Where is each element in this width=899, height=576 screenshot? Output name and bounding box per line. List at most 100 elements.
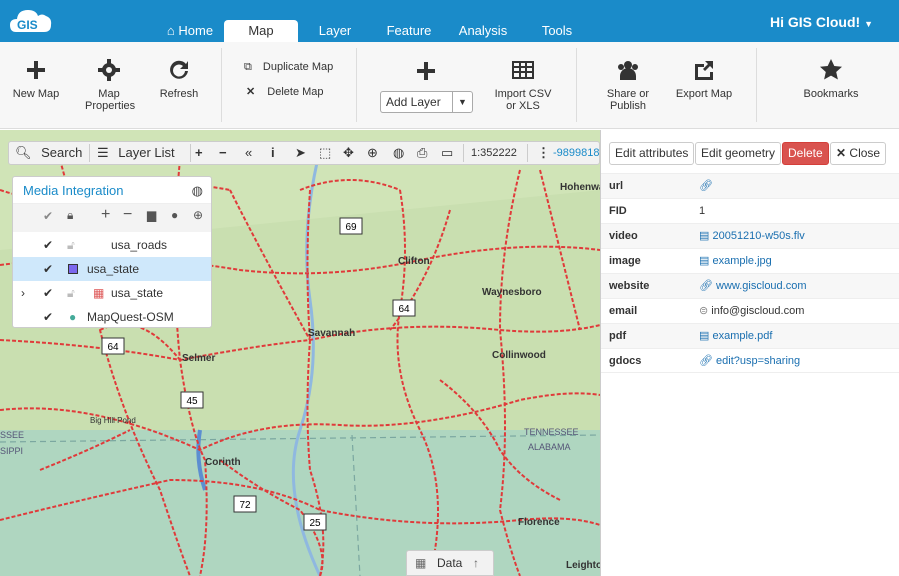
- refresh-button[interactable]: Refresh: [154, 58, 204, 100]
- edit-attributes-button[interactable]: Edit attributes: [609, 142, 695, 165]
- attribute-row: website 🔗︎ www.giscloud.com: [601, 273, 899, 298]
- scale-readout: 1:352222: [471, 147, 517, 159]
- check-all-icon[interactable]: ✔: [43, 209, 53, 223]
- tab-tools[interactable]: Tools: [530, 20, 584, 42]
- search-icon: 🔍︎: [15, 145, 32, 160]
- pdf-link[interactable]: ▤ example.pdf: [699, 324, 772, 349]
- new-map-button[interactable]: New Map: [10, 58, 62, 100]
- table-icon: [512, 61, 534, 79]
- export-map-label: Export Map: [675, 88, 733, 100]
- lock-icon[interactable]: 🔒︎: [67, 208, 73, 223]
- duplicate-map-button[interactable]: ⧉ Duplicate Map: [244, 61, 333, 74]
- new-map-label: New Map: [12, 88, 60, 100]
- link-icon: 🔗︎: [699, 280, 713, 292]
- svg-text:72: 72: [239, 500, 251, 511]
- attribute-key: url: [609, 180, 624, 192]
- add-layer-dropdown[interactable]: Add Layer ▼: [380, 91, 473, 113]
- delete-map-button[interactable]: ✕ Delete Map: [246, 85, 324, 98]
- bookmarks-button[interactable]: Bookmarks: [798, 58, 864, 100]
- data-tab[interactable]: ▦ Data ↑: [406, 550, 494, 576]
- layer-list-label: Layer List: [118, 145, 175, 160]
- export-map-button[interactable]: Export Map: [672, 58, 736, 100]
- share-publish-button[interactable]: Share or Publish: [598, 58, 658, 112]
- website-link[interactable]: 🔗︎ www.giscloud.com: [699, 274, 807, 299]
- grid-icon: ▦: [415, 556, 427, 570]
- map-properties-label: Map Properties: [85, 88, 136, 112]
- tab-layer[interactable]: Layer: [308, 20, 362, 42]
- attribute-key: website: [609, 280, 650, 292]
- search-button[interactable]: 🔍︎ Search: [15, 142, 82, 164]
- place-label: Clifton: [398, 256, 430, 267]
- tab-home[interactable]: ⌂ Home: [160, 20, 220, 42]
- attribute-row: email ⊜ info@giscloud.com: [601, 298, 899, 323]
- data-tab-label: Data: [437, 556, 463, 570]
- folder-icon[interactable]: ▆: [147, 208, 156, 222]
- link-icon[interactable]: 🔗︎: [699, 174, 713, 199]
- pan-icon[interactable]: ✥: [343, 142, 354, 164]
- place-label: Florence: [518, 517, 560, 528]
- zoom-to-layer-icon[interactable]: ⊕: [193, 208, 203, 222]
- attribute-row: image ▤ example.jpg: [601, 248, 899, 273]
- duplicate-map-label: Duplicate Map: [262, 61, 334, 73]
- layer-row[interactable]: ✔ ● MapQuest-OSM: [13, 305, 211, 329]
- user-icon[interactable]: ●: [171, 208, 178, 222]
- image-link[interactable]: ▤ example.jpg: [699, 249, 772, 274]
- print-icon[interactable]: ⎙: [417, 142, 427, 164]
- route-shield: 25: [303, 513, 327, 531]
- layer-row[interactable]: ✔ usa_state: [13, 257, 211, 281]
- minus-icon[interactable]: −: [219, 142, 227, 164]
- pointer-icon[interactable]: ➤: [295, 142, 306, 164]
- check-icon[interactable]: ✔: [43, 281, 53, 305]
- gdocs-link[interactable]: 🔗︎ edit?usp=sharing: [699, 349, 800, 374]
- star-icon: [820, 59, 842, 80]
- measure-icon[interactable]: ▭: [441, 142, 453, 164]
- check-icon[interactable]: ✔: [43, 305, 53, 329]
- layer-row[interactable]: › ✔ 🔓︎ ▦ usa_state: [13, 281, 211, 305]
- globe-icon[interactable]: ◍: [393, 142, 404, 164]
- layer-list-button[interactable]: ☰ Layer List: [97, 142, 175, 164]
- remove-layer-icon[interactable]: −: [123, 206, 132, 224]
- unlock-icon[interactable]: 🔓︎: [67, 233, 75, 257]
- top-nav-bar: GIS ⌂ Home Map Layer Feature Analysis To…: [0, 0, 899, 42]
- user-menu[interactable]: Hi GIS Cloud! ▼: [770, 14, 873, 30]
- close-button[interactable]: ✕ Close: [830, 142, 887, 165]
- globe-icon[interactable]: ◍: [192, 177, 203, 204]
- attribute-key: FID: [609, 205, 627, 217]
- layer-row[interactable]: ✔ 🔓︎ usa_roads: [13, 233, 211, 257]
- close-icon: ✕: [836, 146, 847, 160]
- info-icon[interactable]: i: [271, 142, 275, 164]
- plus-icon[interactable]: +: [195, 142, 203, 164]
- check-icon[interactable]: ✔: [43, 257, 53, 281]
- place-label: ALABAMA: [528, 442, 571, 452]
- select-box-icon[interactable]: ⬚: [319, 142, 331, 164]
- search-label: Search: [41, 145, 83, 160]
- delete-button[interactable]: Delete: [782, 142, 829, 165]
- import-csv-label: Import CSV or XLS: [494, 88, 552, 112]
- check-icon[interactable]: ✔: [43, 233, 53, 257]
- tab-analysis[interactable]: Analysis: [452, 20, 514, 42]
- collapse-icon[interactable]: «: [245, 142, 252, 164]
- tab-feature[interactable]: Feature: [378, 20, 440, 42]
- more-icon[interactable]: ⋮: [537, 142, 550, 164]
- email-value[interactable]: ⊜ info@giscloud.com: [699, 299, 804, 324]
- layer-name: usa_roads: [111, 238, 168, 252]
- zoom-icon[interactable]: ⊕: [367, 142, 378, 164]
- layer-name: usa_state: [87, 262, 140, 276]
- gis-cloud-logo[interactable]: GIS: [8, 4, 54, 38]
- video-link[interactable]: ▤ 20051210-w50s.flv: [699, 224, 805, 249]
- import-csv-button[interactable]: Import CSV or XLS: [490, 58, 556, 112]
- map-toolbar: 🔍︎ Search ☰ Layer List + − « i ➤ ⬚ ✥ ⊕ ◍…: [8, 141, 600, 165]
- tab-map[interactable]: Map: [224, 20, 298, 42]
- edit-geometry-button[interactable]: Edit geometry: [695, 142, 782, 165]
- attribute-value: example.pdf: [712, 330, 773, 342]
- divider: [356, 48, 357, 122]
- layer-tools: ✔ 🔒︎ + − ▆ ● ⊕: [13, 204, 211, 232]
- arrow-up-icon: ↑: [473, 556, 479, 570]
- attribute-row: gdocs 🔗︎ edit?usp=sharing: [601, 348, 899, 373]
- coordinate-readout: -9899818.: [553, 147, 599, 159]
- add-layer-icon[interactable]: +: [101, 206, 110, 224]
- chevron-right-icon[interactable]: ›: [21, 281, 25, 305]
- unlock-icon[interactable]: 🔓︎: [67, 281, 75, 305]
- close-label: Close: [849, 146, 881, 160]
- map-properties-button[interactable]: Map Properties: [80, 58, 138, 112]
